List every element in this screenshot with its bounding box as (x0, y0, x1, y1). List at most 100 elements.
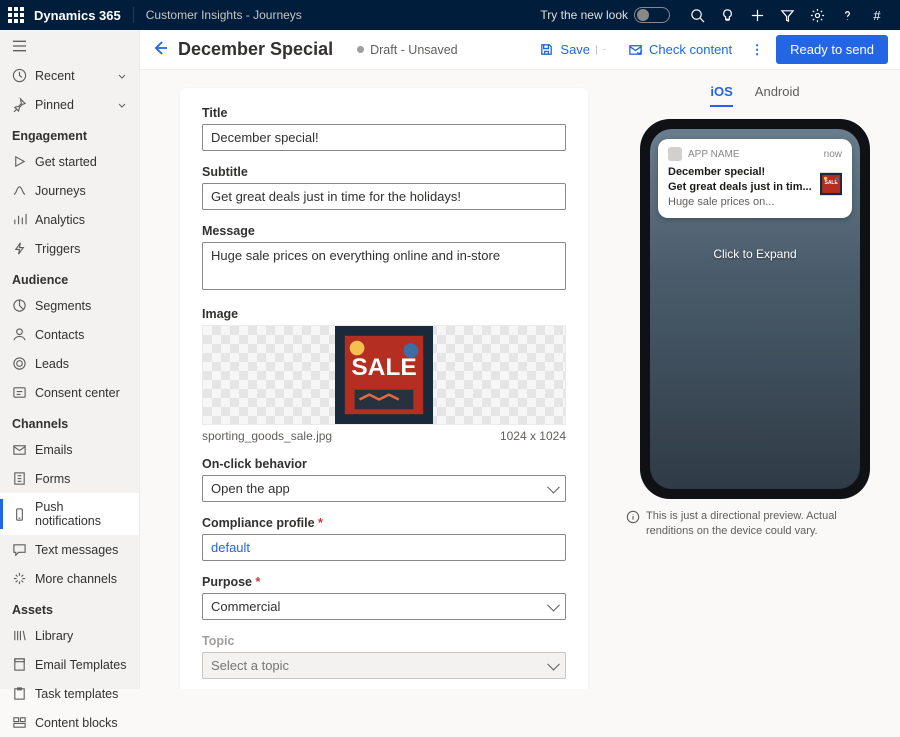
brand-label: Dynamics 365 (34, 8, 121, 23)
notification-preview[interactable]: APP NAME now December special! Get great… (658, 139, 852, 218)
clock-icon (12, 68, 27, 83)
save-dropdown[interactable] (596, 45, 606, 55)
nav-section-engagement: Engagement (0, 119, 139, 147)
image-filename: sporting_goods_sale.jpg (202, 429, 332, 443)
forms-icon (12, 471, 27, 486)
nav-consent-center[interactable]: Consent center (0, 378, 139, 407)
add-icon[interactable] (742, 0, 772, 30)
tab-ios[interactable]: iOS (710, 84, 732, 107)
try-new-look-toggle[interactable] (634, 7, 670, 23)
nav-section-audience: Audience (0, 263, 139, 291)
nav-forms[interactable]: Forms (0, 464, 139, 493)
library-icon (12, 628, 27, 643)
blocks-icon (12, 715, 27, 730)
save-button[interactable]: Save (533, 38, 612, 61)
filter-icon[interactable] (772, 0, 802, 30)
more-icon (12, 571, 27, 586)
journey-icon (12, 183, 27, 198)
search-icon[interactable] (682, 0, 712, 30)
leads-icon (12, 356, 27, 371)
nav-collapse-button[interactable] (0, 34, 139, 61)
phone-screen: APP NAME now December special! Get great… (650, 129, 860, 489)
template-icon (12, 657, 27, 672)
purpose-label: Purpose (202, 575, 566, 589)
expand-hint[interactable]: Click to Expand (650, 247, 860, 261)
nav-leads[interactable]: Leads (0, 349, 139, 378)
nav-label: Get started (35, 155, 97, 169)
topic-select (202, 652, 566, 679)
product-label: Customer Insights - Journeys (146, 8, 302, 22)
back-button[interactable] (152, 40, 168, 59)
info-icon (626, 510, 640, 524)
nav-label: Recent (35, 69, 75, 83)
nav-label: Library (35, 629, 73, 643)
nav-label: Triggers (35, 242, 80, 256)
more-commands-button[interactable]: ⋮ (748, 42, 766, 58)
image-label: Image (202, 307, 566, 321)
nav-pinned[interactable]: Pinned (0, 90, 139, 119)
nav-label: Leads (35, 357, 69, 371)
gear-icon[interactable] (802, 0, 832, 30)
check-content-button[interactable]: Check content (622, 38, 738, 61)
nav-recent[interactable]: Recent (0, 61, 139, 90)
person-icon (12, 327, 27, 342)
nav-text-messages[interactable]: Text messages (0, 535, 139, 564)
nav-library[interactable]: Library (0, 621, 139, 650)
title-label: Title (202, 106, 566, 120)
message-label: Message (202, 224, 566, 238)
nav-label: Emails (35, 443, 73, 457)
svg-text:SALE: SALE (824, 180, 838, 186)
nav-content-blocks[interactable]: Content blocks (0, 708, 139, 737)
ready-to-send-button[interactable]: Ready to send (776, 35, 888, 64)
notif-body: Huge sale prices on... (668, 195, 812, 210)
try-new-look-label: Try the new look (540, 8, 628, 22)
nav-emails[interactable]: Emails (0, 435, 139, 464)
nav-label: Content blocks (35, 716, 118, 730)
chevron-down-icon (117, 100, 127, 110)
image-thumbnail: SALE (334, 326, 434, 424)
notif-title: December special! (668, 165, 812, 180)
subtitle-label: Subtitle (202, 165, 566, 179)
lightbulb-icon[interactable] (712, 0, 742, 30)
nav-analytics[interactable]: Analytics (0, 205, 139, 234)
nav-label: Text messages (35, 543, 118, 557)
nav-get-started[interactable]: Get started (0, 147, 139, 176)
subtitle-input[interactable] (202, 183, 566, 210)
nav-push-notifications[interactable]: Push notifications (0, 493, 139, 535)
nav-triggers[interactable]: Triggers (0, 234, 139, 263)
account-icon[interactable]: # (862, 0, 892, 30)
phone-frame: APP NAME now December special! Get great… (640, 119, 870, 499)
svg-text:SALE: SALE (351, 354, 416, 381)
analytics-icon (12, 212, 27, 227)
help-icon[interactable] (832, 0, 862, 30)
title-input[interactable] (202, 124, 566, 151)
nav-label: More channels (35, 572, 117, 586)
sms-icon (12, 542, 27, 557)
nav-segments[interactable]: Segments (0, 291, 139, 320)
notif-image: SALE (820, 165, 842, 203)
nav-label: Forms (35, 472, 70, 486)
nav-label: Push notifications (35, 500, 127, 528)
play-icon (12, 154, 27, 169)
app-icon (668, 147, 682, 161)
tab-android[interactable]: Android (755, 84, 800, 107)
compliance-input[interactable] (202, 534, 566, 561)
app-name-label: APP NAME (688, 149, 740, 160)
consent-icon (12, 385, 27, 400)
image-preview[interactable]: SALE (202, 325, 566, 425)
nav-label: Consent center (35, 386, 120, 400)
nav-more-channels[interactable]: More channels (0, 564, 139, 593)
left-nav: Recent Pinned Engagement Get started Jou… (0, 30, 140, 689)
nav-label: Segments (35, 299, 91, 313)
nav-email-templates[interactable]: Email Templates (0, 650, 139, 679)
nav-task-templates[interactable]: Task templates (0, 679, 139, 708)
device-preview-pane: iOS Android APP NAME now (610, 70, 900, 689)
message-input[interactable]: Huge sale prices on everything online an… (202, 242, 566, 290)
nav-contacts[interactable]: Contacts (0, 320, 139, 349)
onclick-select[interactable]: Open the app (202, 475, 566, 502)
nav-journeys[interactable]: Journeys (0, 176, 139, 205)
app-launcher-icon[interactable] (8, 7, 24, 23)
status-dot-icon (357, 46, 364, 53)
onclick-label: On-click behavior (202, 457, 566, 471)
purpose-select[interactable]: Commercial (202, 593, 566, 620)
